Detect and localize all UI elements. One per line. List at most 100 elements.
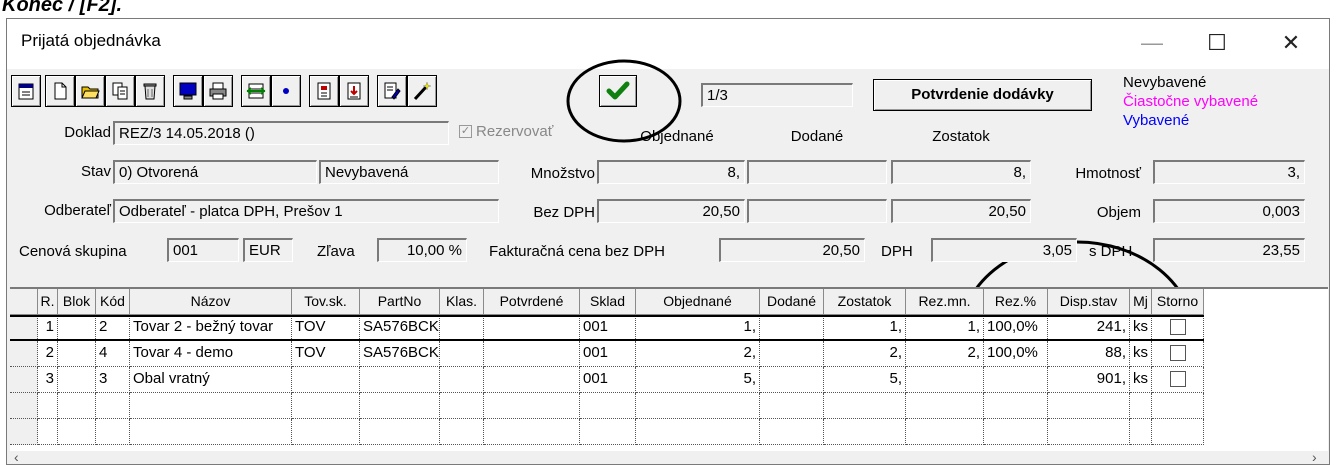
column-header-blok[interactable]: Blok — [58, 289, 96, 315]
cell-mj[interactable] — [1130, 393, 1152, 419]
row-selector[interactable] — [10, 367, 38, 393]
cell-sklad[interactable]: 001 — [580, 315, 636, 341]
column-header-zostatok[interactable]: Zostatok — [824, 289, 906, 315]
horizontal-scrollbar[interactable]: ‹ › — [10, 449, 1328, 464]
cell-blok[interactable] — [58, 341, 96, 367]
cell-sklad[interactable] — [580, 393, 636, 419]
cell-rezpct[interactable] — [984, 367, 1048, 393]
cell-potvrdene[interactable] — [484, 315, 580, 341]
row-selector[interactable] — [10, 341, 38, 367]
cell-tovsk[interactable]: TOV — [292, 341, 360, 367]
cell-dodane[interactable] — [760, 367, 824, 393]
cell-kod[interactable] — [96, 393, 130, 419]
cell-klas[interactable] — [440, 341, 484, 367]
cell-nazov[interactable] — [130, 419, 292, 445]
cell-dodane[interactable] — [760, 419, 824, 445]
column-header-sklad[interactable]: Sklad — [580, 289, 636, 315]
storno-checkbox[interactable] — [1169, 319, 1186, 336]
cell-rezpct[interactable] — [984, 419, 1048, 445]
cell-blok[interactable] — [58, 367, 96, 393]
cell-nazov[interactable] — [130, 393, 292, 419]
cell-r[interactable] — [38, 393, 58, 419]
cenova-skupina-field[interactable]: 001 — [167, 238, 239, 262]
column-header-r[interactable]: R. — [38, 289, 58, 315]
column-header-nazov[interactable]: Názov — [130, 289, 292, 315]
cell-objednane[interactable] — [636, 393, 760, 419]
doklad-field[interactable]: REZ/3 14.05.2018 () — [113, 121, 449, 145]
cell-tovsk[interactable] — [292, 367, 360, 393]
cell-sklad[interactable]: 001 — [580, 341, 636, 367]
cell-sklad[interactable]: 001 — [580, 367, 636, 393]
cell-disp[interactable] — [1048, 393, 1130, 419]
cell-nazov[interactable]: Obal vratný — [130, 367, 292, 393]
cell-potvrdene[interactable] — [484, 419, 580, 445]
column-header-potvrdene[interactable]: Potvrdené — [484, 289, 580, 315]
cell-kod[interactable]: 3 — [96, 367, 130, 393]
cell-r[interactable]: 3 — [38, 367, 58, 393]
cell-rezmn[interactable]: 1, — [906, 315, 984, 341]
cell-disp[interactable]: 901, — [1048, 367, 1130, 393]
cell-partno[interactable] — [360, 419, 440, 445]
column-header-rezmn[interactable]: Rez.mn. — [906, 289, 984, 315]
cell-r[interactable]: 2 — [38, 341, 58, 367]
cell-blok[interactable] — [58, 393, 96, 419]
cell-rezmn[interactable] — [906, 419, 984, 445]
row-selector[interactable] — [10, 315, 38, 341]
storno-checkbox[interactable] — [1169, 371, 1186, 388]
cell-dodane[interactable] — [760, 393, 824, 419]
column-header-disp[interactable]: Disp.stav — [1048, 289, 1130, 315]
cell-kod[interactable]: 4 — [96, 341, 130, 367]
cell-rezpct[interactable]: 100,0% — [984, 315, 1048, 341]
zlava-field[interactable]: 10,00 % — [377, 238, 467, 262]
cell-mj[interactable]: ks — [1130, 367, 1152, 393]
cell-partno[interactable]: SA576BCK — [360, 315, 440, 341]
cell-objednane[interactable]: 2, — [636, 341, 760, 367]
cell-tovsk[interactable] — [292, 393, 360, 419]
column-header-partno[interactable]: PartNo — [360, 289, 440, 315]
cell-klas[interactable] — [440, 419, 484, 445]
cell-tovsk[interactable]: TOV — [292, 315, 360, 341]
cell-objednane[interactable]: 5, — [636, 367, 760, 393]
column-header-klas[interactable]: Klas. — [440, 289, 484, 315]
cell-r[interactable] — [38, 419, 58, 445]
column-header-dodane[interactable]: Dodané — [760, 289, 824, 315]
cell-kod[interactable] — [96, 419, 130, 445]
cell-disp[interactable]: 241, — [1048, 315, 1130, 341]
mena-field[interactable]: EUR — [243, 238, 293, 262]
cell-rezmn[interactable] — [906, 393, 984, 419]
cell-zostatok[interactable]: 5, — [824, 367, 906, 393]
cell-blok[interactable] — [58, 419, 96, 445]
cell-dodane[interactable] — [760, 341, 824, 367]
cell-disp[interactable]: 88, — [1048, 341, 1130, 367]
cell-disp[interactable] — [1048, 419, 1130, 445]
cell-potvrdene[interactable] — [484, 393, 580, 419]
cell-objednane[interactable] — [636, 419, 760, 445]
cell-klas[interactable] — [440, 367, 484, 393]
cell-klas[interactable] — [440, 393, 484, 419]
cell-objednane[interactable]: 1, — [636, 315, 760, 341]
storno-checkbox[interactable] — [1169, 345, 1186, 362]
cell-nazov[interactable]: Tovar 4 - demo — [130, 341, 292, 367]
column-header-rezpct[interactable]: Rez.% — [984, 289, 1048, 315]
column-header-kod[interactable]: Kód — [96, 289, 130, 315]
column-header-objednane[interactable]: Objednané — [636, 289, 760, 315]
cell-sklad[interactable] — [580, 419, 636, 445]
cell-rezmn[interactable] — [906, 367, 984, 393]
rezervovat-checkbox[interactable]: ✓ — [459, 125, 472, 138]
cell-nazov[interactable]: Tovar 2 - bežný tovar — [130, 315, 292, 341]
scroll-right-icon[interactable]: › — [1312, 449, 1317, 464]
cell-mj[interactable] — [1130, 419, 1152, 445]
cell-potvrdene[interactable] — [484, 341, 580, 367]
odberatel-field[interactable]: Odberateľ - platca DPH, Prešov 1 — [113, 199, 499, 223]
cell-klas[interactable] — [440, 315, 484, 341]
cell-dodane[interactable] — [760, 315, 824, 341]
cell-kod[interactable]: 2 — [96, 315, 130, 341]
cell-rezpct[interactable] — [984, 393, 1048, 419]
cell-zostatok[interactable] — [824, 393, 906, 419]
scroll-left-icon[interactable]: ‹ — [14, 449, 19, 464]
cell-zostatok[interactable] — [824, 419, 906, 445]
cell-potvrdene[interactable] — [484, 367, 580, 393]
row-selector[interactable] — [10, 419, 38, 445]
row-selector[interactable] — [10, 393, 38, 419]
cell-zostatok[interactable]: 2, — [824, 341, 906, 367]
